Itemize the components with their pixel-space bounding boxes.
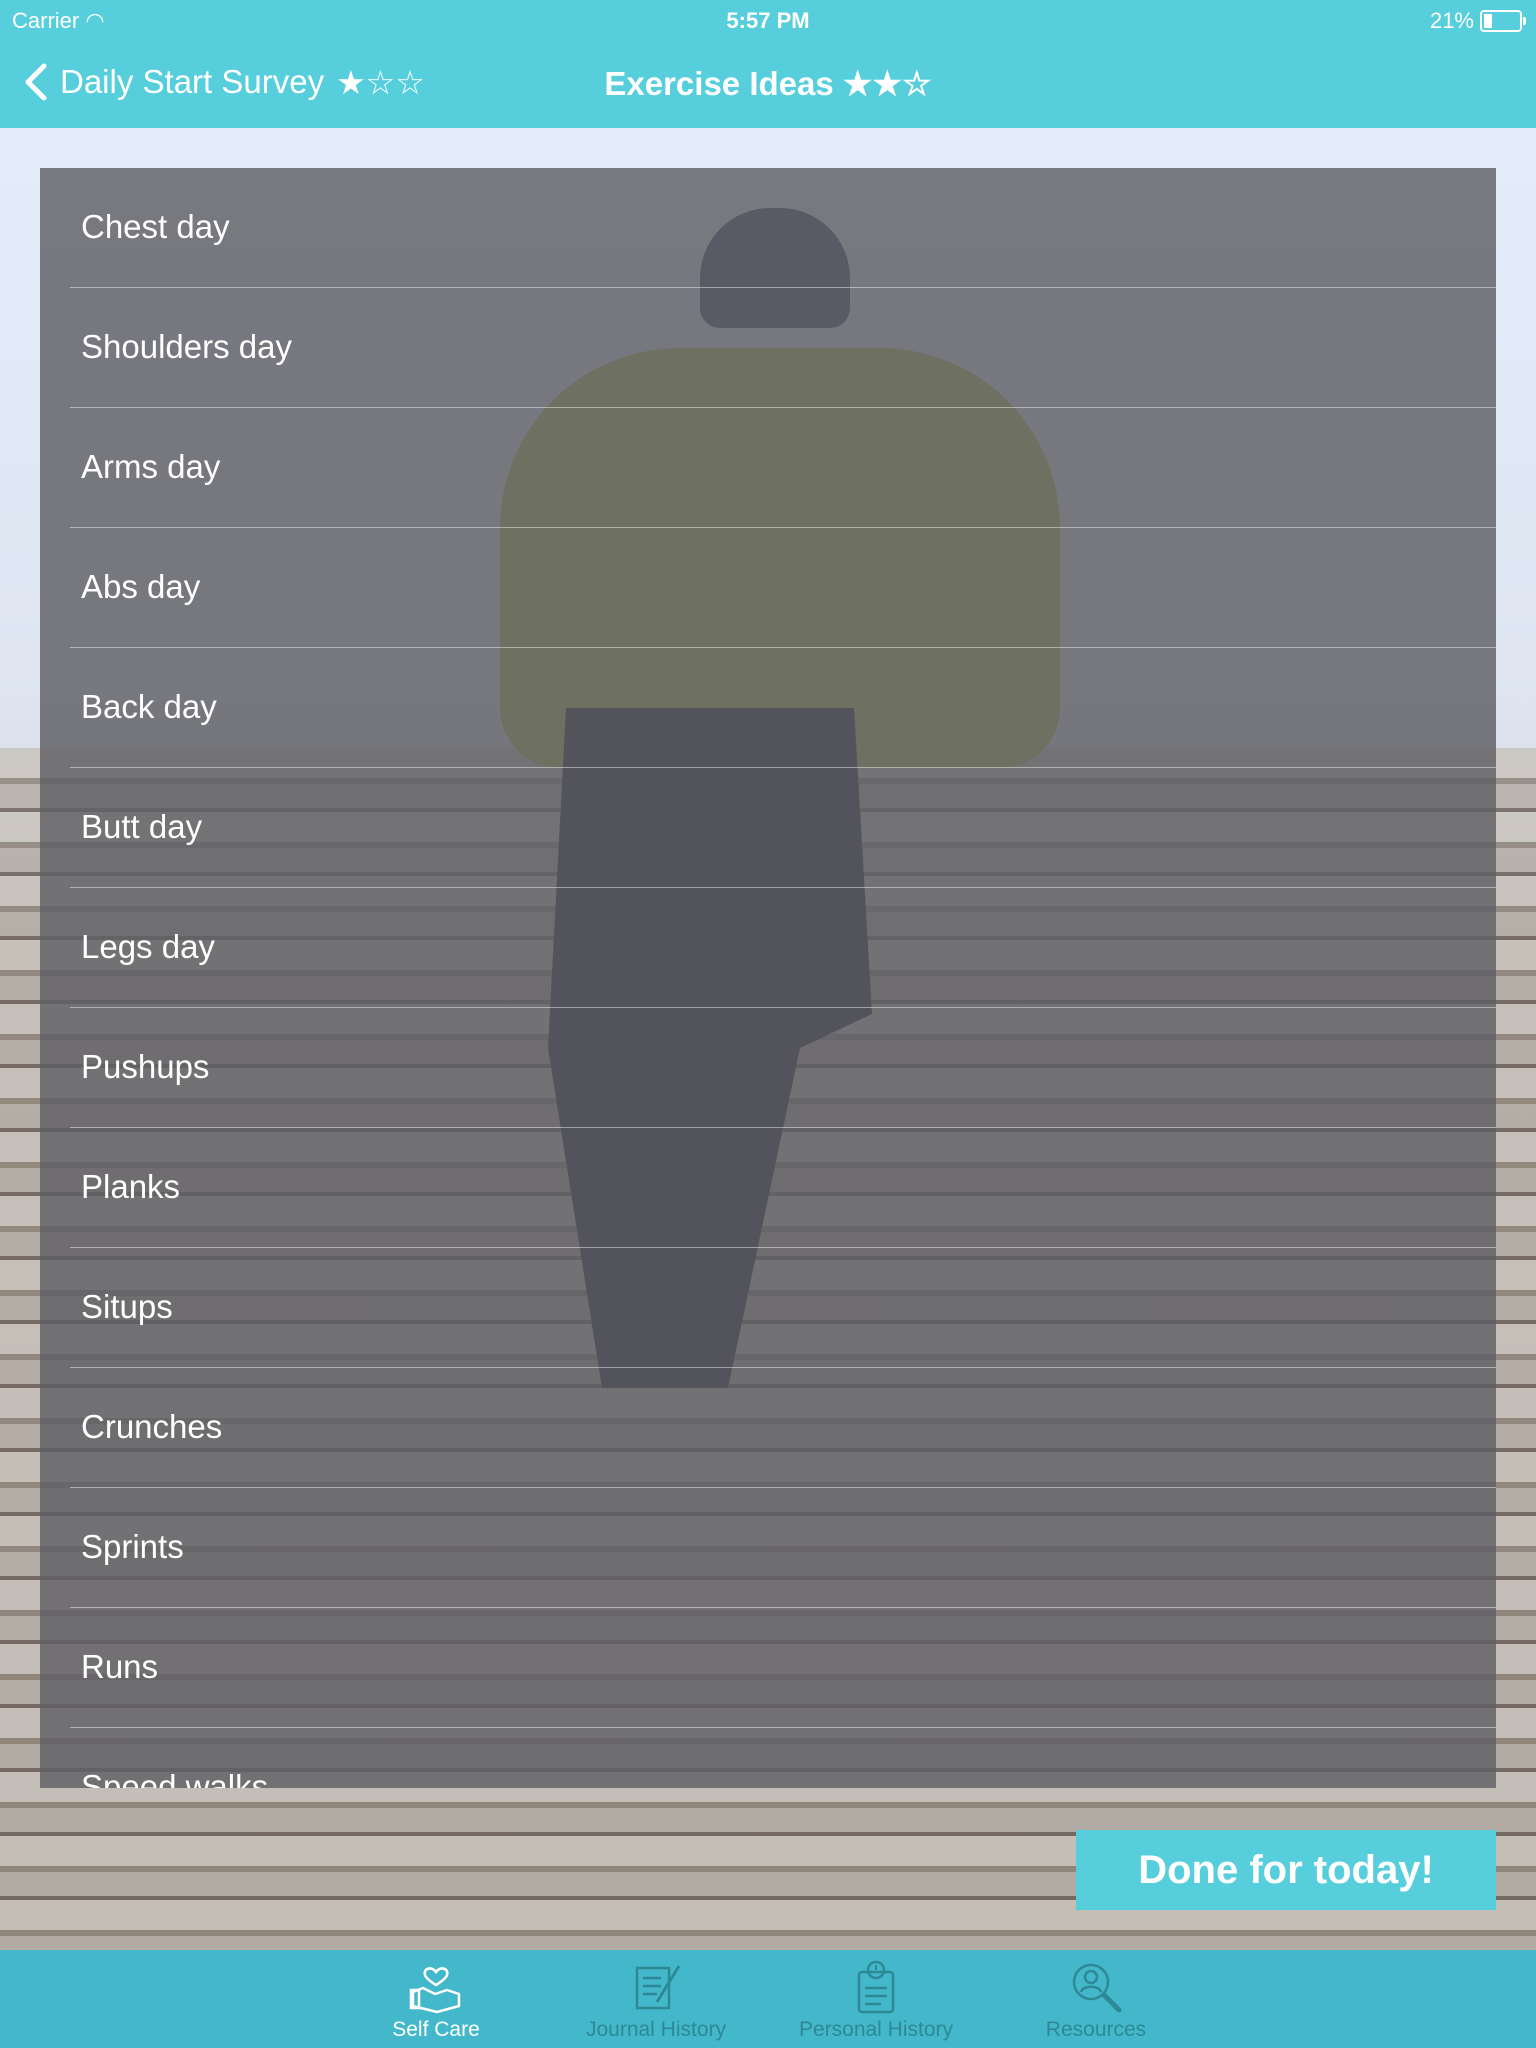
journal-icon bbox=[635, 1965, 681, 2010]
tab-label: Journal History bbox=[585, 2018, 727, 2041]
navigation-bar: Daily Start Survey ★☆☆ Exercise Ideas ★★… bbox=[0, 40, 1536, 128]
list-item-label: Legs day bbox=[81, 928, 215, 965]
page-title-stars: ★★☆ bbox=[842, 65, 932, 102]
clipboard-clock-icon bbox=[857, 1960, 895, 2014]
list-item[interactable]: Situps bbox=[40, 1248, 1496, 1368]
list-item-label: Situps bbox=[81, 1288, 173, 1325]
list-item-label: Speed walks bbox=[81, 1768, 269, 1788]
list-item[interactable]: Pushups bbox=[40, 1008, 1496, 1128]
list-item[interactable]: Planks bbox=[40, 1128, 1496, 1248]
tab-resources[interactable]: Resources bbox=[986, 1950, 1206, 2048]
list-item-label: Sprints bbox=[81, 1528, 184, 1565]
list-item[interactable]: Sprints bbox=[40, 1488, 1496, 1608]
list-item-label: Back day bbox=[81, 688, 217, 725]
battery-icon bbox=[1480, 10, 1526, 32]
page-title-text: Exercise Ideas bbox=[604, 65, 834, 102]
list-item[interactable]: Abs day bbox=[40, 528, 1496, 648]
list-item[interactable]: Back day bbox=[40, 648, 1496, 768]
list-item-label: Arms day bbox=[81, 448, 221, 485]
page-title: Exercise Ideas ★★☆ bbox=[0, 64, 1536, 103]
tab-journal-history[interactable]: Journal History bbox=[546, 1950, 766, 2048]
list-item-label: Shoulders day bbox=[81, 328, 292, 365]
tab-label: Personal History bbox=[798, 2018, 954, 2041]
list-item[interactable]: Arms day bbox=[40, 408, 1496, 528]
hands-heart-icon bbox=[409, 1967, 461, 2014]
battery-percent: 21% bbox=[1429, 8, 1474, 33]
tab-bar: Self Care Journal History Personal Histo… bbox=[0, 1950, 1536, 2048]
exercise-list[interactable]: Chest day Shoulders day Arms day Abs day… bbox=[40, 168, 1496, 1788]
tab-label: Self Care bbox=[392, 2018, 480, 2041]
list-item[interactable]: Butt day bbox=[40, 768, 1496, 888]
list-item[interactable]: Shoulders day bbox=[40, 288, 1496, 408]
list-item[interactable]: Runs bbox=[40, 1608, 1496, 1728]
list-item-label: Chest day bbox=[81, 208, 230, 245]
list-item-label: Crunches bbox=[81, 1408, 223, 1445]
list-item-label: Pushups bbox=[81, 1048, 210, 1085]
list-item[interactable]: Chest day bbox=[40, 168, 1496, 288]
tab-label: Resources bbox=[1045, 2018, 1147, 2041]
list-item[interactable]: Legs day bbox=[40, 888, 1496, 1008]
list-item-label: Planks bbox=[81, 1168, 181, 1205]
done-for-today-button[interactable]: Done for today! bbox=[1076, 1830, 1496, 1910]
tab-personal-history[interactable]: Personal History bbox=[766, 1950, 986, 2048]
person-search-icon bbox=[1072, 1963, 1122, 2013]
tab-self-care[interactable]: Self Care bbox=[326, 1950, 546, 2048]
list-item-label: Runs bbox=[81, 1648, 159, 1685]
clock: 5:57 PM bbox=[726, 8, 810, 33]
battery-indicator: 21% bbox=[1429, 8, 1526, 34]
list-item-label: Butt day bbox=[81, 808, 203, 845]
status-bar: Carrier ◠ 5:57 PM 21% bbox=[0, 0, 1536, 40]
list-item[interactable]: Speed walks bbox=[40, 1728, 1496, 1788]
list-item-label: Abs day bbox=[81, 568, 201, 605]
list-item[interactable]: Crunches bbox=[40, 1368, 1496, 1488]
